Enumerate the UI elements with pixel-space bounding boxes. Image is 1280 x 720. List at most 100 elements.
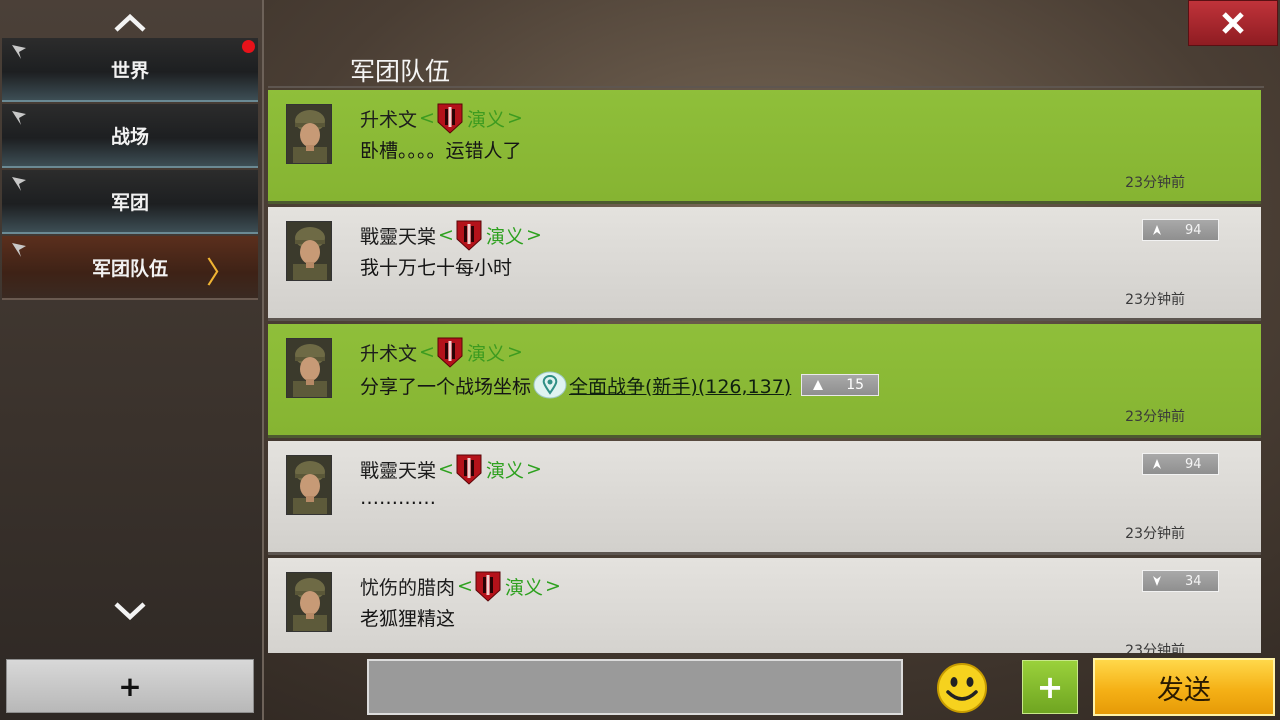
timestamp: 23分钟前: [1125, 175, 1185, 191]
rank-value: 15: [846, 377, 865, 393]
title-divider: [268, 86, 1264, 88]
author-name[interactable]: 升术文: [360, 339, 417, 366]
timestamp: 23分钟前: [1125, 526, 1185, 542]
legion-tag: 演义: [466, 342, 505, 365]
timestamp: 23分钟前: [1125, 643, 1185, 653]
tab-label: 军团队伍: [91, 257, 168, 280]
soldier-avatar-icon: [287, 105, 331, 163]
rank-value: 94: [1185, 222, 1202, 238]
close-icon: [1222, 12, 1244, 34]
message-text: 分享了一个战场坐标 全面战争(新手)(126,137) 15: [360, 370, 880, 400]
author-line: 戰靈天棠 < 演义 >: [360, 219, 542, 251]
location-pin-icon: [533, 371, 567, 399]
tag-bracket-close: >: [506, 341, 523, 363]
tab-battlefield[interactable]: 战场: [2, 104, 258, 168]
author-line: 升术文 < 演义 >: [360, 336, 523, 368]
author-line: 升术文 < 演义 >: [360, 102, 523, 134]
location-rank-badge: 15: [801, 374, 880, 396]
battlefield-location-link[interactable]: 全面战争(新手)(126,137): [569, 372, 791, 399]
tag-bracket-close: >: [525, 458, 542, 480]
message-text: 卧槽。。。。运错人了: [360, 140, 522, 162]
chevron-up-icon: [114, 13, 146, 32]
chat-message: 升术文 < 演义 > 卧槽。。。。运错人了 23分钟前: [268, 90, 1261, 204]
legion-shield-icon: [437, 103, 463, 134]
scroll-down-button[interactable]: [110, 596, 150, 626]
tag-bracket-open: <: [457, 575, 473, 597]
scroll-up-button[interactable]: [110, 8, 150, 38]
chat-input[interactable]: [367, 659, 903, 715]
tab-legion[interactable]: 军团: [2, 170, 258, 234]
author-name[interactable]: 忧伤的腊肉: [360, 573, 455, 600]
tag-bracket-close: >: [544, 575, 561, 597]
tag-bracket-open: <: [419, 341, 435, 363]
soldier-avatar-icon: [287, 456, 331, 514]
legion-tag: 演义: [485, 225, 524, 248]
tab-label: 军团: [110, 191, 149, 214]
close-button[interactable]: [1188, 0, 1278, 46]
smiley-icon: [937, 663, 987, 713]
rank-arrow-icon: [1153, 225, 1161, 235]
avatar[interactable]: [286, 104, 332, 164]
chevron-down-icon: [114, 602, 146, 621]
message-text: …………: [360, 487, 436, 509]
avatar[interactable]: [286, 455, 332, 515]
author-name[interactable]: 升术文: [360, 105, 417, 132]
tab-label: 战场: [110, 125, 149, 148]
message-text: 老狐狸精这: [360, 608, 456, 630]
legion-shield-icon: [456, 220, 482, 251]
avatar[interactable]: [286, 221, 332, 281]
tab-legion-team[interactable]: 军团队伍 〉: [2, 236, 258, 300]
message-text: 我十万七十每小时: [360, 257, 513, 279]
tag-bracket-close: >: [525, 224, 542, 246]
tag-bracket-open: <: [438, 224, 454, 246]
legion-tag: 演义: [485, 459, 524, 482]
chevron-right-icon: 〉: [206, 256, 236, 291]
author-name[interactable]: 戰靈天棠: [360, 456, 436, 483]
attach-button[interactable]: +: [1022, 660, 1078, 714]
channel-sidebar: 世界 战场 军团 军团队伍 〉 +: [0, 0, 264, 720]
legion-tag: 演义: [466, 108, 505, 131]
author-line: 戰靈天棠 < 演义 >: [360, 453, 542, 485]
chat-message: 忧伤的腊肉 < 演义 > 34 老狐狸精这 23分钟前: [268, 558, 1261, 653]
rank-arrow-icon: [1153, 459, 1161, 469]
legion-shield-icon: [475, 571, 501, 602]
chat-message: 戰靈天棠 < 演义 > 94 我十万七十每小时 23分钟前: [268, 207, 1261, 321]
avatar[interactable]: [286, 338, 332, 398]
flag-icon: [12, 111, 26, 125]
tab-label: 世界: [110, 59, 149, 82]
tab-world[interactable]: 世界: [2, 38, 258, 102]
emoji-button[interactable]: [936, 662, 988, 714]
author-name[interactable]: 戰靈天棠: [360, 222, 436, 249]
rank-value: 94: [1185, 456, 1202, 472]
rank-badge: 94: [1142, 453, 1219, 475]
legion-shield-icon: [456, 454, 482, 485]
soldier-avatar-icon: [287, 339, 331, 397]
rank-arrow-icon: [813, 380, 824, 390]
chat-message: 升术文 < 演义 > 分享了一个战场坐标 全面战争(新手)(126,137) 1…: [268, 324, 1261, 438]
avatar[interactable]: [286, 572, 332, 632]
send-button[interactable]: 发送: [1093, 658, 1275, 716]
rank-badge: 34: [1142, 570, 1219, 592]
rank-value: 34: [1185, 573, 1202, 589]
page-title: 军团队伍: [350, 57, 451, 86]
message-list[interactable]: 升术文 < 演义 > 卧槽。。。。运错人了 23分钟前 戰靈天棠 < 演义 > …: [268, 90, 1261, 653]
timestamp: 23分钟前: [1125, 292, 1185, 308]
soldier-avatar-icon: [287, 573, 331, 631]
author-line: 忧伤的腊肉 < 演义 >: [360, 570, 561, 602]
soldier-avatar-icon: [287, 222, 331, 280]
flag-icon: [12, 177, 26, 191]
chat-message: 戰靈天棠 < 演义 > 94 ………… 23分钟前: [268, 441, 1261, 555]
rank-arrow-down-icon: [1153, 576, 1161, 586]
tag-bracket-open: <: [419, 107, 435, 129]
unread-badge: [242, 40, 255, 53]
tag-bracket-open: <: [438, 458, 454, 480]
add-channel-button[interactable]: +: [6, 659, 254, 713]
tag-bracket-close: >: [506, 107, 523, 129]
legion-tag: 演义: [504, 576, 543, 599]
share-text: 分享了一个战场坐标: [360, 375, 532, 398]
rank-badge: 94: [1142, 219, 1219, 241]
flag-icon: [12, 45, 26, 59]
legion-shield-icon: [437, 337, 463, 368]
flag-icon: [12, 243, 26, 257]
timestamp: 23分钟前: [1125, 409, 1185, 425]
